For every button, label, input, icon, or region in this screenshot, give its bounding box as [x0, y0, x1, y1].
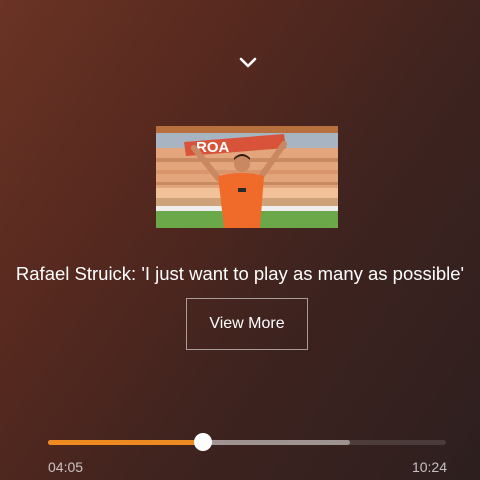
collapse-button[interactable]	[236, 50, 260, 74]
current-time: 04:05	[48, 459, 84, 475]
video-title: Rafael Struick: 'I just want to play as …	[15, 263, 465, 284]
seek-bar[interactable]	[48, 430, 446, 454]
video-thumbnail[interactable]: ROA	[156, 126, 338, 228]
thumbnail-image: ROA	[156, 126, 338, 228]
total-time: 10:24	[411, 459, 447, 475]
seek-handle[interactable]	[194, 433, 213, 451]
view-more-button[interactable]: View More	[186, 298, 308, 350]
chevron-down-icon	[239, 57, 257, 68]
seek-progress	[48, 440, 204, 445]
